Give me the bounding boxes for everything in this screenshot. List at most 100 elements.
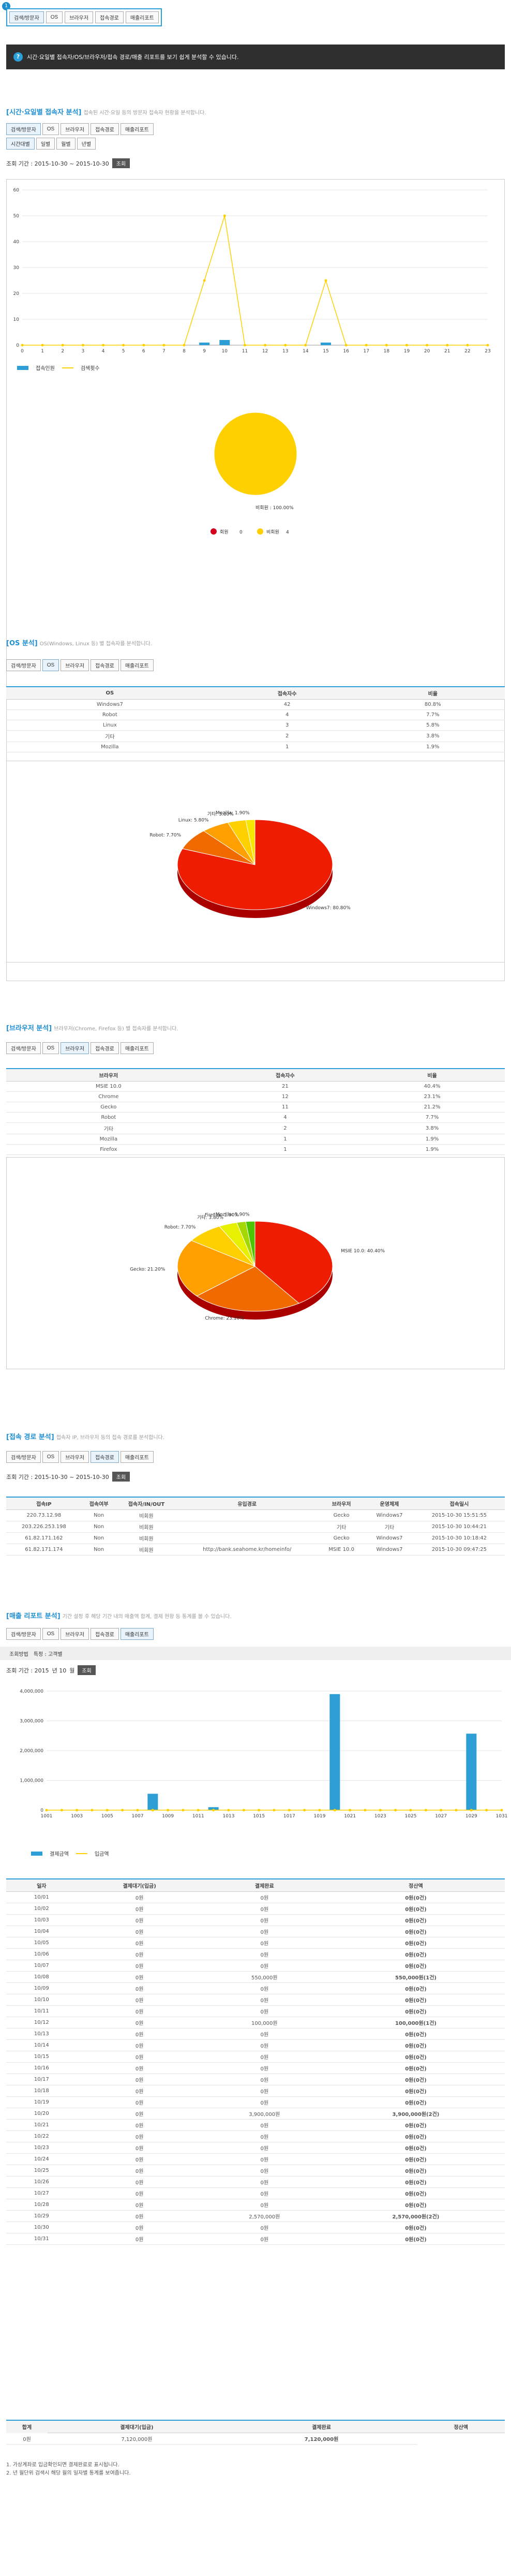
os-tab-sales[interactable]: 매출리포트	[120, 659, 154, 671]
browser-tab-browser[interactable]: 브라우저	[61, 1042, 89, 1054]
table-row: 10/13 0원 0원 0원(0건)	[6, 2028, 505, 2040]
browser-cell: Mozilla	[6, 1134, 211, 1145]
tab-browser[interactable]: 브라우저	[65, 11, 94, 23]
sales-period-month[interactable]: 년 10	[52, 1666, 67, 1675]
table-row: 기타 2 3.8%	[6, 730, 505, 742]
hourly-search-button[interactable]: 조회	[112, 158, 130, 168]
period-tab-hour[interactable]: 시간대별	[6, 138, 35, 150]
notice-bar: ? 시간·요일별 접속자/OS/브라우저/접속 경로/매출 리포트를 보기 쉽게…	[6, 45, 505, 69]
table-row: 10/23 0원 0원 0원(0건)	[6, 2142, 505, 2154]
browser-tabs: 검색/방문자 OS 브라우저 접속경로 매출리포트	[6, 1042, 154, 1054]
sales-desc: 기간 설정 후 해당 기간 내의 매출액 합계, 결제 현황 등 통계를 볼 수…	[62, 1614, 232, 1620]
table-row: 10/18 0원 0원 0원(0건)	[6, 2085, 505, 2097]
os-cell: 42	[213, 699, 361, 710]
sales-table: 일자 결제대기(입금) 결제완료 정산액 10/01 0원 0원 0원(0건) 10/02 0원 0…	[6, 1878, 505, 2245]
x-tick-label: 1015	[253, 1814, 265, 1819]
tab-visitors[interactable]: 검색/방문자	[9, 11, 44, 23]
sales-cell: 0원	[202, 2039, 327, 2051]
sales-cell: 10/15	[6, 2051, 77, 2063]
line-point	[426, 344, 429, 347]
browser-tab-sales[interactable]: 매출리포트	[120, 1042, 154, 1054]
period-tab-year[interactable]: 년별	[77, 138, 96, 150]
browser-tab-visitors[interactable]: 검색/방문자	[6, 1042, 41, 1054]
referer-cell: Windows7	[365, 1532, 414, 1544]
line-point	[500, 1809, 503, 1812]
period-tab-day[interactable]: 일별	[36, 138, 55, 150]
sales-cell: 0원(0건)	[326, 2051, 505, 2063]
pie-label: 비회원 : 100.00%	[255, 505, 294, 511]
tab-sales[interactable]: 매출리포트	[125, 11, 159, 23]
hourly-tab-os[interactable]: OS	[42, 123, 59, 135]
line-point	[485, 1809, 488, 1812]
referer-head-6: 접속일시	[413, 1497, 505, 1510]
referer-cell: Gecko	[318, 1509, 366, 1521]
line-point	[288, 1809, 291, 1812]
sales-cell: 0원	[77, 1982, 202, 1994]
hourly-tab-referer[interactable]: 접속경로	[91, 123, 119, 135]
sales-tab-referer[interactable]: 접속경로	[91, 1628, 119, 1640]
sales-cell: 10/14	[6, 2039, 77, 2051]
sales-tab-os[interactable]: OS	[42, 1628, 59, 1640]
referer-tab-visitors[interactable]: 검색/방문자	[6, 1451, 41, 1463]
referer-tab-os[interactable]: OS	[42, 1451, 59, 1463]
line-point	[304, 344, 307, 347]
referer-tab-browser[interactable]: 브라우저	[61, 1451, 89, 1463]
x-tick-label: 1003	[71, 1814, 83, 1819]
tab-os[interactable]: OS	[46, 11, 63, 23]
browser-tab-os[interactable]: OS	[42, 1042, 59, 1054]
line-point	[446, 344, 449, 347]
tab-referer[interactable]: 접속경로	[95, 11, 124, 23]
sales-period-year[interactable]: 조회 기간 : 2015	[6, 1666, 49, 1675]
os-tab-visitors[interactable]: 검색/방문자	[6, 659, 41, 671]
hourly-legend: 접속인원 검색횟수	[17, 364, 100, 372]
sales-cell: 0원	[202, 2176, 327, 2188]
legend-bar-swatch	[17, 365, 28, 370]
sales-head-1: 결제대기(입금)	[77, 1878, 202, 1892]
referer-date-row: 조회 기간 : 2015-10-30 ~ 2015-10-30 조회	[6, 1472, 130, 1482]
sales-cell: 0원	[77, 1971, 202, 1983]
sales-search-button[interactable]: 조회	[78, 1665, 96, 1675]
hourly-tab-sales[interactable]: 매출리포트	[120, 123, 154, 135]
table-row: Windows7 42 80.8%	[6, 699, 505, 710]
sales-cell: 10/25	[6, 2165, 77, 2177]
os-tab-os[interactable]: OS	[42, 659, 59, 671]
sales-filter-value[interactable]: 특정 : 고객별	[34, 1650, 63, 1657]
referer-head-2: 접속자/IN/OUT	[116, 1497, 177, 1510]
table-row: 10/26 0원 0원 0원(0건)	[6, 2176, 505, 2188]
hourly-tab-browser[interactable]: 브라우저	[61, 123, 89, 135]
os-tab-browser[interactable]: 브라우저	[61, 659, 89, 671]
y-tick-label: 0	[40, 1808, 43, 1813]
sales-tab-visitors[interactable]: 검색/방문자	[6, 1628, 41, 1640]
os-tabs: 검색/방문자 OS 브라우저 접속경로 매출리포트	[6, 659, 154, 671]
referer-search-button[interactable]: 조회	[112, 1472, 130, 1482]
os-tab-referer[interactable]: 접속경로	[91, 659, 119, 671]
os-head-1: 접속자수	[213, 686, 361, 700]
os-cell: 4	[213, 709, 361, 720]
table-row: 10/14 0원 0원 0원(0건)	[6, 2039, 505, 2051]
sales-legend-bar-swatch	[31, 1851, 42, 1856]
line-point	[242, 1809, 245, 1812]
referer-table: 접속IP 접속여부 접속자/IN/OUT 유입경로 브라우저 운영체제 접속일시 220.73…	[6, 1497, 505, 1556]
referer-tab-referer[interactable]: 접속경로	[91, 1451, 119, 1463]
line-point	[122, 344, 125, 347]
line-point	[121, 1809, 124, 1812]
hourly-tab-visitors[interactable]: 검색/방문자	[6, 123, 41, 135]
line-point	[106, 1809, 109, 1812]
legend-label: 비회원	[266, 529, 279, 535]
table-row: Firefox 1 1.9%	[6, 1144, 505, 1155]
referer-cell: Non	[81, 1532, 116, 1544]
line-point	[61, 344, 64, 347]
sales-cell: 0원	[202, 2028, 327, 2040]
period-tab-month[interactable]: 월별	[56, 138, 76, 150]
referer-tab-sales[interactable]: 매출리포트	[120, 1451, 154, 1463]
sales-tab-sales[interactable]: 매출리포트	[120, 1628, 154, 1640]
x-tick-label: 16	[343, 349, 349, 354]
browser-title-text: [브라우저 분석]	[6, 1025, 52, 1032]
x-tick-label: 1021	[344, 1814, 356, 1819]
line-point	[142, 344, 145, 347]
sales-tab-browser[interactable]: 브라우저	[61, 1628, 89, 1640]
browser-tab-referer[interactable]: 접속경로	[91, 1042, 119, 1054]
sales-cell: 0원	[202, 2085, 327, 2097]
os-pie-panel: Windows7: 80.80% Robot: 7.70% Linux: 5.80%…	[6, 761, 505, 963]
sales-cell: 10/24	[6, 2153, 77, 2165]
